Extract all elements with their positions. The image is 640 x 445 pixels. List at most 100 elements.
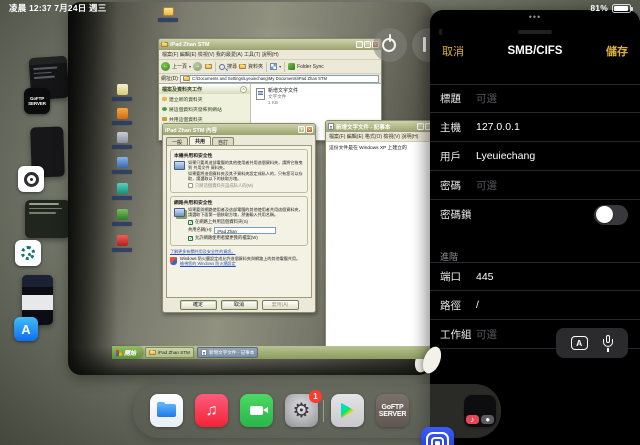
notepad-window[interactable]: 新增文字文件 - 記事本 × 檔案(F) 編輯(E) 格式(O) 檢視(V) 說… (325, 120, 432, 352)
desktop-icon-4[interactable] (110, 157, 134, 174)
host-input[interactable]: 127.0.0.1 (476, 121, 520, 133)
taskbar-task-notepad[interactable]: 新增文字文件 - 記事本 (197, 347, 258, 358)
task-label: 共用這個資料夾 (169, 116, 203, 123)
camera-app-badge[interactable] (18, 166, 44, 192)
private-checkbox[interactable] (188, 183, 193, 188)
folder-icon (157, 404, 176, 417)
save-button[interactable]: 儲存 (606, 43, 628, 59)
up-icon[interactable] (205, 64, 212, 69)
desktop-icon-3[interactable] (110, 132, 134, 149)
teal-ring-app-badge[interactable] (15, 240, 41, 266)
desktop-icon-5[interactable] (110, 183, 134, 200)
desktop-icon-2[interactable] (110, 108, 134, 125)
user-input[interactable]: Lyeuiechang (476, 150, 535, 162)
start-label: 開始 (124, 348, 136, 357)
desktop-icon-6[interactable] (110, 209, 134, 226)
app-icon (117, 84, 128, 95)
music-app-icon[interactable]: ♫ (195, 394, 228, 427)
folder-sync-icon[interactable] (288, 63, 295, 70)
settings-app-icon[interactable]: ⚙ 1 (285, 394, 318, 427)
maximize-button[interactable]: □ (364, 41, 371, 48)
notepad-titlebar[interactable]: 新增文字文件 - 記事本 × (326, 121, 432, 132)
dock-divider (323, 400, 324, 422)
password-input[interactable]: 可選 (476, 178, 497, 193)
network-sharing-text: 如果要與網路使用者及這部電腦的其他使用者共用這個資料夾，請選取下面第一個核取方塊… (188, 207, 304, 217)
views-icon[interactable] (270, 63, 277, 70)
remote-desktop-window[interactable]: 新增文字文件 - 記事本 × 檔案(F) 編輯(E) 格式(O) 檢視(V) 說… (68, 2, 432, 375)
start-button[interactable]: 開始 (112, 346, 142, 359)
facetime-app-icon[interactable] (240, 394, 273, 427)
notepad-menubar[interactable]: 檔案(F) 編輯(E) 格式(O) 檢視(V) 說明(H) (326, 132, 432, 142)
ipad-screen: 凌晨 12:37 7月24日 週三 81% GoFTP SERVER A (0, 0, 640, 445)
collapse-icon[interactable]: ^ (240, 86, 247, 93)
notepad-title: 新增文字文件 - 記事本 (336, 123, 390, 131)
back-icon[interactable]: ← (161, 62, 170, 71)
password-lock-label: 密碼鎖 (440, 207, 472, 222)
notepad-icon (201, 349, 207, 356)
password-lock-toggle[interactable] (594, 205, 628, 225)
goftp-server-app-icon[interactable]: GoFTP SERVER (376, 394, 409, 427)
pause-session-button[interactable] (412, 28, 432, 62)
power-icon-stem (389, 34, 391, 42)
share-name-input[interactable]: iPad Zhan (214, 227, 276, 234)
dialog-titlebar[interactable]: iPad Zhan STM 內容 ?× (163, 124, 315, 135)
gear-icon: ⚙ (293, 398, 311, 423)
files-app-icon[interactable] (150, 394, 183, 427)
title-row: 標題 可選 (430, 84, 640, 113)
password-lock-row: 密碼鎖 (430, 200, 640, 229)
disconnect-power-button[interactable] (373, 28, 407, 62)
close-button[interactable]: × (306, 126, 313, 133)
play-store-app-icon[interactable] (331, 394, 364, 427)
private-checkbox-label: 只將這個資料夾設成私人的(M) (195, 183, 253, 189)
firewall-settings-link[interactable]: 檢視您的 Windows 防火牆設定 (180, 261, 236, 266)
app-store-badge[interactable]: A (14, 317, 38, 341)
notepad-text[interactable]: 這份文件是在 Windows XP 上建立的 (326, 142, 432, 352)
address-label: 網址(D) (161, 75, 178, 82)
text-file-icon (256, 88, 265, 100)
cancel-button[interactable]: 取消 (442, 43, 464, 59)
title-input[interactable]: 可選 (476, 91, 497, 106)
desktop-icon-7[interactable] (110, 235, 134, 252)
app-thumbnail-filemanager[interactable] (25, 200, 70, 238)
folder-icon (161, 42, 168, 47)
path-input[interactable]: / (476, 299, 479, 311)
goftp-server-app-badge[interactable]: GoFTP SERVER (24, 88, 50, 114)
desktop-icon-1[interactable] (110, 84, 134, 101)
share-on-network-checkbox[interactable]: ✓ (188, 220, 193, 225)
folders-icon[interactable] (239, 64, 246, 69)
ok-button[interactable]: 確定 (180, 300, 217, 310)
help-button[interactable]: ? (298, 126, 305, 133)
task-new-folder[interactable]: 建立新的資料夾 (159, 94, 250, 104)
explorer-toolbar: ← 上一頁▾ → 搜尋 資料夾 ▾ Folder Sync (159, 60, 381, 74)
explorer-titlebar[interactable]: iPad Zhan STM _□× (159, 39, 381, 50)
apply-button[interactable]: 套用(A) (262, 300, 299, 310)
task-publish[interactable]: 將這個資料夾發佈到網站 (159, 104, 250, 114)
search-icon[interactable] (219, 64, 225, 70)
xp-taskbar: 開始 iPad Zhan STM 新增文字文件 - 記事本 (112, 346, 432, 359)
allow-change-checkbox[interactable]: ✓ (188, 236, 193, 241)
host-label: 主機 (440, 120, 461, 135)
host-row: 主機 127.0.0.1 (430, 113, 640, 142)
sharing-properties-dialog[interactable]: iPad Zhan STM 內容 ?× 一般 共用 自訂 本機共用和安全性 如果… (162, 123, 316, 313)
blue-squares-app-icon[interactable] (421, 427, 454, 445)
sheet-navbar: 取消 SMB/CIFS 儲存 (430, 40, 640, 62)
minimize-button[interactable]: _ (356, 41, 363, 48)
learn-more-link[interactable]: 了解更多有關共用及安全性的資訊。 (170, 249, 236, 254)
input-assistant-bar: A (556, 328, 628, 358)
computer-icon (174, 161, 185, 170)
folders-label: 資料夾 (248, 63, 263, 70)
keyboard-shortcut-key[interactable]: A (571, 336, 588, 350)
taskbar-task-explorer[interactable]: iPad Zhan STM (145, 347, 194, 358)
explorer-menubar[interactable]: 檔案(F) 編輯(E) 檢視(V) 我的最愛(A) 工具(T) 說明(H) (159, 50, 381, 60)
app-group-icon[interactable]: ♪ ● (464, 395, 496, 427)
address-input[interactable]: C:\Documents and Settings\Lyeuiechang\My… (180, 75, 379, 83)
microphone-icon[interactable] (602, 335, 613, 352)
play-triangle-icon (341, 403, 355, 419)
port-input[interactable]: 445 (476, 271, 494, 283)
folder-icon (183, 76, 190, 81)
workgroup-input[interactable]: 可選 (476, 327, 497, 342)
minimize-button[interactable] (417, 123, 424, 130)
web-icon (162, 107, 167, 111)
cancel-button[interactable]: 取消 (221, 300, 258, 310)
forward-icon[interactable]: → (193, 62, 202, 71)
